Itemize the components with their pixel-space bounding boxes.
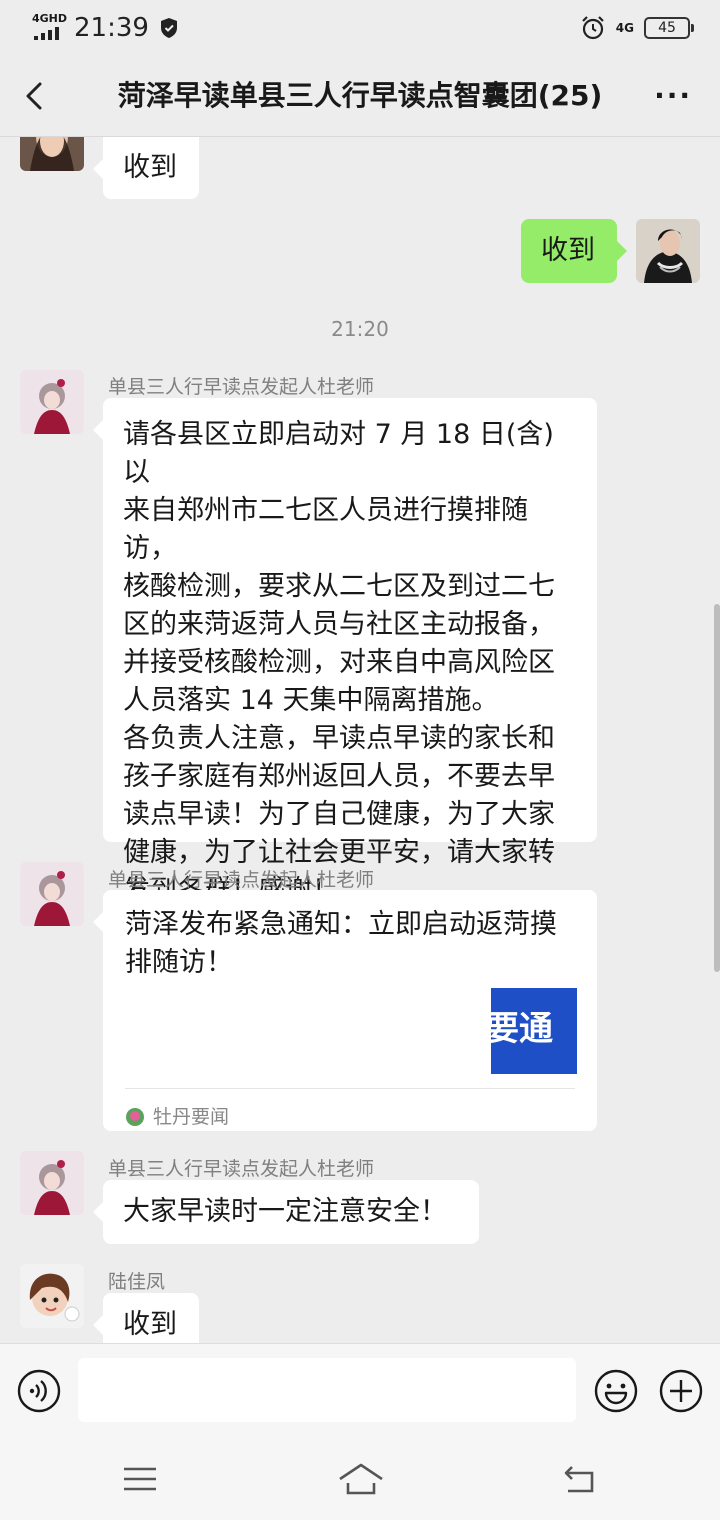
time-separator: 21:20 [331,317,389,341]
message-line: 区的来菏返菏人员与社区主动报备， [123,609,555,640]
link-card[interactable]: 菏泽发布紧急通知：立即启动返菏摸排随访！ 要通 牡丹要闻 [93,890,597,1131]
message-text: 收到 [123,152,177,183]
sender-name: 陆佳凤 [108,1271,166,1293]
divider [125,1088,575,1089]
self-avatar[interactable] [636,219,700,283]
message-bubble-self[interactable]: 收到 [521,219,627,283]
message-text: 收到 [123,1309,177,1340]
back-icon[interactable] [560,1459,600,1499]
message-list[interactable]: 收到 收到 21:20 单县三人行早读点发起人杜老师 请各县区立即启动对 7 月… [0,137,720,1343]
chat-header: 菏泽早读单县三人行早读点智囊团(25) ··· [0,56,720,137]
emoji-icon[interactable] [594,1369,638,1413]
home-icon[interactable] [338,1459,384,1499]
sender-name: 单县三人行早读点发起人杜老师 [108,1158,375,1180]
more-icon[interactable]: ··· [654,82,692,110]
status-bar: 4GHD 21:39 4G 45 [0,0,720,56]
back-arrow-icon[interactable] [18,78,52,114]
menu-icon[interactable] [120,1459,160,1499]
card-title: 菏泽发布紧急通知：立即启动返菏摸排随访！ [125,909,557,978]
avatar[interactable] [20,137,84,171]
avatar[interactable] [20,370,84,434]
message-text: 大家早读时一定注意安全！ [123,1196,447,1227]
message-line: 并接受核酸检测，对来自中高风险区 [123,647,555,678]
avatar[interactable] [20,862,84,926]
message-line: 来自郑州市二七区人员进行摸排随访， [123,495,528,564]
status-time: 21:39 [74,13,149,43]
card-source: 牡丹要闻 [125,1098,229,1136]
message-bubble[interactable]: 大家早读时一定注意安全！ [93,1180,479,1244]
card-source-name: 牡丹要闻 [153,1106,230,1128]
network-label: 4GHD [32,12,68,25]
message-bubble[interactable]: 收到 [93,1293,199,1343]
scrollbar[interactable] [714,604,720,972]
message-input[interactable] [78,1358,576,1422]
plus-icon[interactable] [659,1369,703,1413]
input-bar [0,1343,720,1438]
card-thumbnail: 要通 [491,988,577,1074]
message-bubble[interactable]: 请各县区立即启动对 7 月 18 日(含)以 来自郑州市二七区人员进行摸排随访，… [93,398,597,906]
voice-icon[interactable] [17,1369,61,1413]
shield-icon [160,18,177,38]
sender-name: 单县三人行早读点发起人杜老师 [108,869,375,891]
sender-name: 单县三人行早读点发起人杜老师 [108,376,375,398]
battery-level: 45 [658,20,676,36]
message-line: 各负责人注意，早读点早读的家长和 [123,723,555,754]
battery-icon: 45 [644,17,694,39]
source-logo-icon [126,1108,144,1126]
message-line: 读点早读！为了自己健康，为了大家 [123,799,555,830]
message-line: 核酸检测，要求从二七区及到过二七 [123,571,555,602]
signal-icon: 4GHD [32,13,70,43]
message-text: 收到 [541,235,595,266]
message-line: 孩子家庭有郑州返回人员，不要去早 [123,761,555,792]
message-bubble[interactable]: 收到 [93,137,199,199]
avatar[interactable] [20,1151,84,1215]
system-navigation-bar [0,1437,720,1520]
avatar[interactable] [20,1264,84,1328]
message-line: 请各县区立即启动对 7 月 18 日(含)以 [123,419,554,488]
card-thumbnail-text: 要通 [491,1009,553,1049]
network-right-label: 4G [615,21,634,35]
chat-title: 菏泽早读单县三人行早读点智囊团(25) [117,79,603,112]
alarm-icon [582,16,604,40]
message-line: 人员落实 14 天集中隔离措施。 [123,685,499,716]
